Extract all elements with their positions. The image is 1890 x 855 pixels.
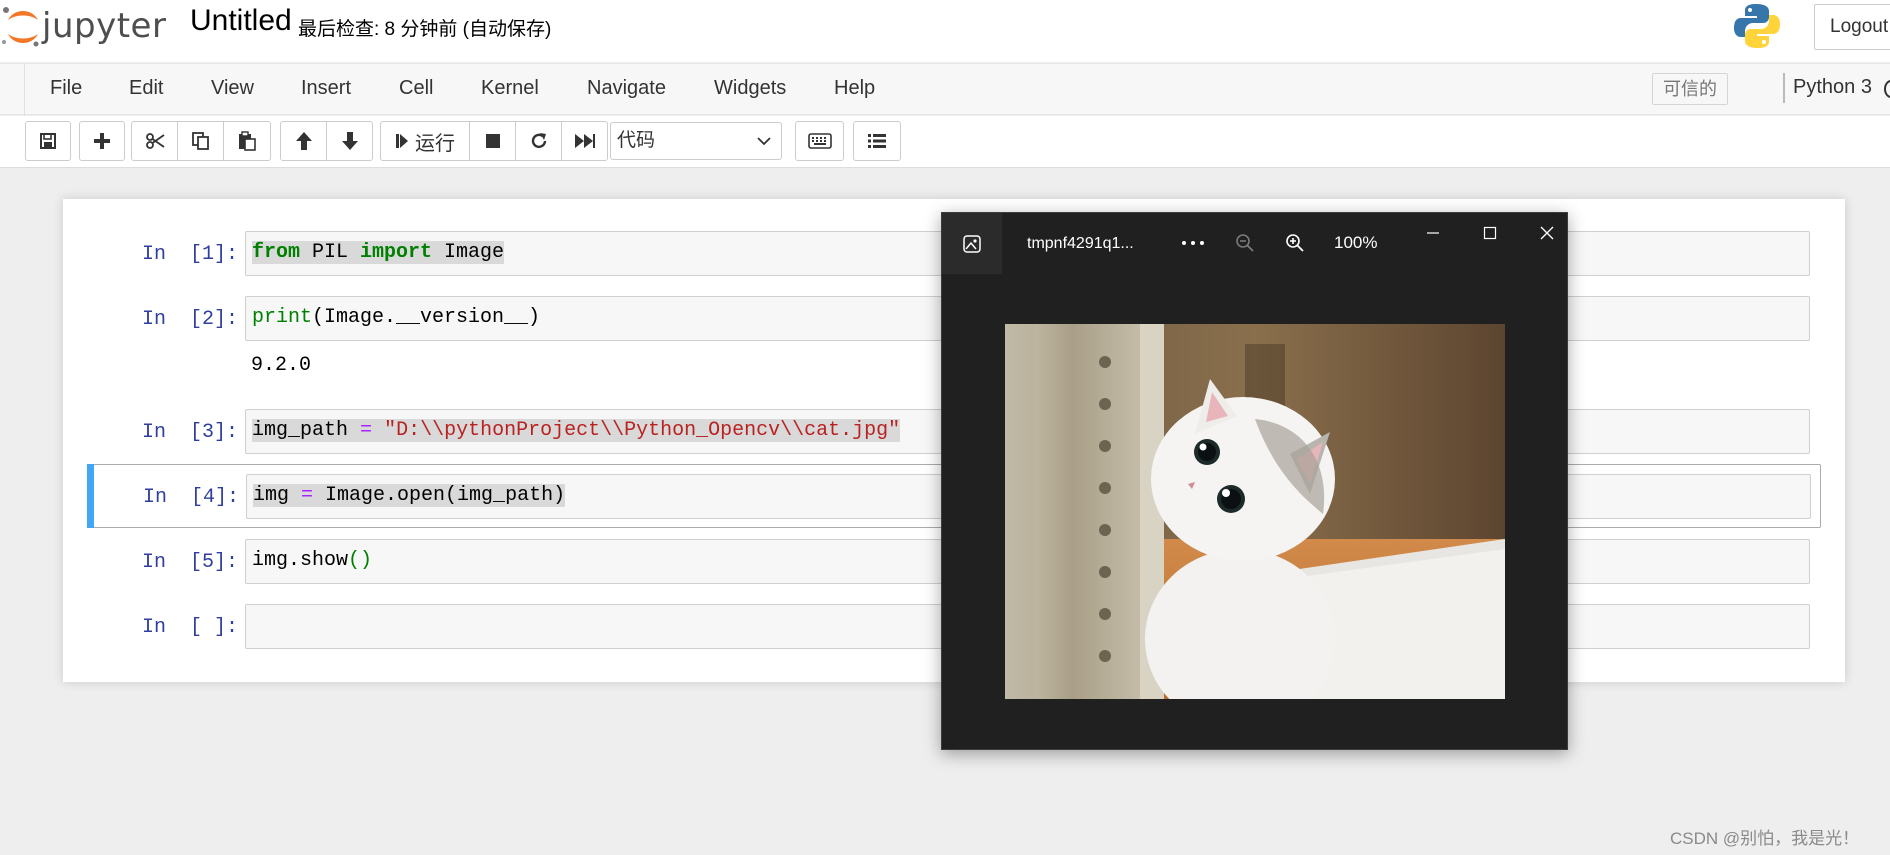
cell-prompt: In [2]: (141, 308, 238, 331)
list-icon (868, 134, 886, 148)
restart-run-all-button[interactable] (561, 121, 608, 161)
zoom-in-icon (1286, 234, 1304, 252)
menu-view[interactable]: View (211, 77, 254, 100)
save-button[interactable] (25, 121, 71, 161)
save-icon (40, 133, 56, 149)
kernel-name[interactable]: Python 3 (1793, 76, 1872, 99)
menubar-divider (24, 64, 25, 116)
python-logo-icon (1734, 2, 1780, 55)
zoom-in-button[interactable] (1283, 231, 1307, 255)
copy-icon (191, 132, 209, 150)
menu-widgets[interactable]: Widgets (714, 77, 786, 100)
image-viewer-window[interactable]: tmpnf4291q1... 100% (941, 212, 1568, 750)
notebook-name[interactable]: Untitled (190, 4, 292, 38)
watermark: CSDN @别怕，我是光！ (1670, 829, 1860, 848)
cell-prompt: In [ ]: (141, 616, 238, 639)
stop-icon (485, 134, 500, 148)
keyboard-icon (807, 133, 832, 149)
menu-cell[interactable]: Cell (399, 77, 433, 100)
arrow-down-icon (341, 132, 358, 150)
cell-prompt: In [5]: (141, 551, 238, 574)
viewer-app-tab[interactable] (942, 213, 1002, 274)
ellipsis-icon (1182, 241, 1204, 245)
kernel-divider (1783, 73, 1785, 103)
scissors-icon (145, 133, 165, 149)
logout-button[interactable]: Logout (1814, 4, 1890, 50)
cat-photo (1005, 324, 1505, 699)
code-text: img.show() (252, 549, 373, 572)
menu-kernel[interactable]: Kernel (481, 77, 539, 100)
restart-button[interactable] (515, 121, 562, 161)
fast-forward-icon (574, 134, 595, 148)
cell-prompt: In [1]: (141, 243, 238, 266)
menu-navigate[interactable]: Navigate (587, 77, 666, 100)
cell-output: 9.2.0 (251, 354, 312, 377)
more-options-button[interactable] (1178, 231, 1208, 255)
menu-help[interactable]: Help (834, 77, 875, 100)
plus-icon (94, 133, 110, 149)
menu-insert[interactable]: Insert (301, 77, 351, 100)
run-button[interactable]: 运行 (380, 121, 470, 161)
close-icon (1540, 226, 1554, 240)
copy-button[interactable] (177, 121, 224, 161)
viewer-titlebar[interactable]: tmpnf4291q1... 100% (942, 213, 1567, 274)
arrow-up-icon (295, 132, 312, 150)
paste-button[interactable] (223, 121, 271, 161)
zoom-out-button[interactable] (1233, 231, 1257, 255)
step-forward-icon (396, 134, 408, 148)
run-label: 运行 (415, 132, 455, 155)
paste-icon (239, 131, 256, 151)
table-of-contents-button[interactable] (853, 121, 901, 161)
minimize-button[interactable] (1421, 221, 1445, 245)
cell-type-select[interactable]: 代码 (610, 122, 782, 160)
menubar: File Edit View Insert Cell Kernel Naviga… (0, 63, 1890, 116)
refresh-icon (531, 133, 546, 149)
move-up-button[interactable] (280, 121, 327, 161)
cell-prompt: In [3]: (141, 421, 238, 444)
code-text: from PIL import Image (252, 241, 505, 264)
jupyter-logo[interactable]: jupyter (0, 2, 166, 50)
code-text: img_path = "D:\\pythonProject\\Python_Op… (252, 419, 901, 442)
zoom-level: 100% (1334, 233, 1378, 252)
menu-edit[interactable]: Edit (129, 77, 163, 100)
cut-button[interactable] (131, 121, 178, 161)
cell-prompt: In [4]: (142, 486, 239, 509)
maximize-button[interactable] (1478, 221, 1502, 245)
checkpoint-status: 最后检查: 8 分钟前 (自动保存) (298, 19, 552, 40)
maximize-icon (1483, 226, 1497, 240)
trusted-indicator[interactable]: 可信的 (1652, 73, 1728, 105)
menu-file[interactable]: File (50, 77, 82, 100)
move-down-button[interactable] (326, 121, 373, 161)
zoom-out-icon (1236, 234, 1254, 252)
command-palette-button[interactable] (795, 121, 844, 161)
kernel-status-icon (1884, 80, 1890, 98)
viewer-file-name: tmpnf4291q1... (1027, 235, 1134, 252)
toolbar: 运行 代码 (0, 116, 1890, 168)
cat-photo-image (1005, 324, 1505, 699)
chevron-down-icon (757, 137, 771, 146)
interrupt-button[interactable] (469, 121, 516, 161)
jupyter-orbit-icon (2, 7, 39, 47)
close-button[interactable] (1535, 221, 1559, 245)
header: jupyter Untitled 最后检查: 8 分钟前 (自动保存) Logo… (0, 0, 1890, 62)
cell-type-value: 代码 (617, 130, 656, 151)
minimize-icon (1427, 232, 1439, 234)
logo-text: jupyter (42, 6, 167, 46)
code-text: print(Image.__version__) (252, 306, 541, 329)
photo-icon (963, 234, 981, 253)
code-text: img = Image.open(img_path) (253, 484, 566, 507)
insert-cell-button[interactable] (79, 121, 125, 161)
